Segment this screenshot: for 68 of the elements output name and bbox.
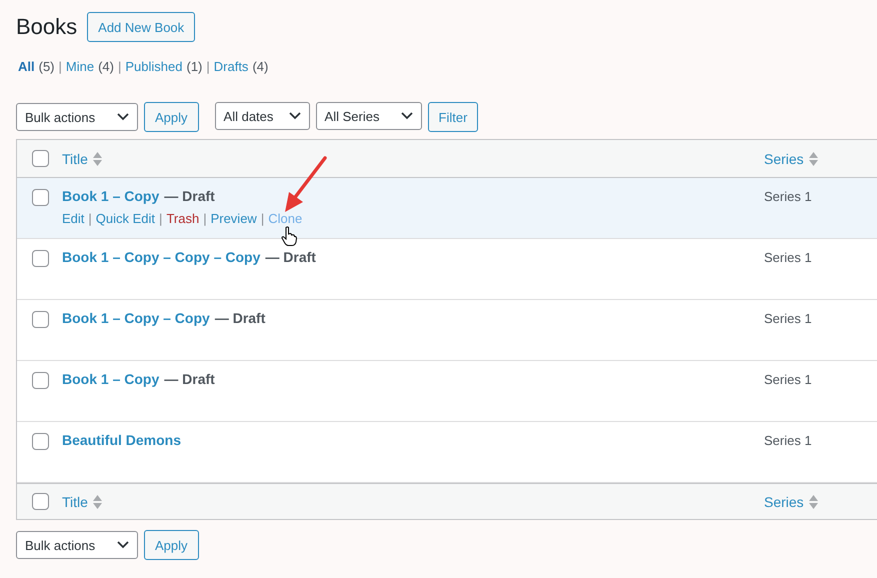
row-action-link[interactable]: Preview xyxy=(210,211,257,226)
table-cell: Series 1 xyxy=(764,372,812,387)
column-header[interactable]: Series xyxy=(764,150,804,166)
row-action-link[interactable]: Trash xyxy=(166,211,200,226)
page-title: Books xyxy=(16,14,78,40)
post-state: — Draft xyxy=(214,310,266,326)
sort-icon xyxy=(808,152,818,166)
sort-icon xyxy=(92,494,102,508)
row-action-link[interactable]: Quick Edit xyxy=(96,211,156,226)
filter-count: (5) xyxy=(38,59,55,74)
checkbox[interactable] xyxy=(32,433,49,450)
filter-count: (4) xyxy=(252,59,268,74)
filter-link[interactable]: Drafts xyxy=(214,59,248,74)
separator: | xyxy=(88,211,92,226)
dropdown-value: Bulk actions xyxy=(25,538,96,552)
separator: | xyxy=(260,211,264,226)
checkbox[interactable] xyxy=(32,311,49,328)
separator: | xyxy=(159,211,162,226)
book-title-link[interactable]: Book 1 – Copy – Copy – Copy xyxy=(62,249,260,265)
post-state: — Draft xyxy=(164,188,215,204)
post-state: — Draft xyxy=(265,249,316,265)
checkbox[interactable] xyxy=(32,189,49,206)
separator: | xyxy=(206,59,210,74)
chevron-down-icon xyxy=(117,541,129,549)
separator: | xyxy=(203,211,207,226)
post-state: — Draft xyxy=(164,371,215,387)
column-header[interactable]: Title xyxy=(62,150,88,166)
apply-button[interactable]: Apply xyxy=(144,530,199,560)
dropdown[interactable]: All dates xyxy=(214,102,310,130)
table-cell: Series 1 xyxy=(764,189,812,204)
book-title-link[interactable]: Book 1 – Copy xyxy=(62,371,160,387)
filter-link[interactable]: Published xyxy=(125,59,182,74)
apply-button[interactable]: Apply xyxy=(144,102,199,132)
separator: | xyxy=(58,59,62,74)
filter-count: (1) xyxy=(186,59,202,74)
checkbox[interactable] xyxy=(32,150,49,167)
dropdown-value: Bulk actions xyxy=(25,110,96,124)
dropdown[interactable]: Bulk actions xyxy=(16,531,138,559)
filter-count: (4) xyxy=(98,59,114,74)
column-header[interactable]: Series xyxy=(764,494,804,510)
checkbox[interactable] xyxy=(32,250,49,267)
sort-icon xyxy=(92,152,102,166)
checkbox[interactable] xyxy=(32,493,49,510)
table-cell: Series 1 xyxy=(764,433,812,448)
book-title-link[interactable]: Book 1 – Copy xyxy=(62,188,160,204)
add-new-button[interactable]: Add New Book xyxy=(87,12,196,42)
row-action-link[interactable]: Edit xyxy=(62,211,84,226)
checkbox[interactable] xyxy=(32,372,49,389)
dropdown-value: All dates xyxy=(224,108,274,124)
table-cell: Series 1 xyxy=(764,311,812,326)
chevron-down-icon xyxy=(400,112,413,120)
chevron-down-icon xyxy=(117,113,129,121)
filter-button[interactable]: Filter xyxy=(428,102,478,132)
dropdown[interactable]: Bulk actions xyxy=(16,103,138,131)
filter-link[interactable]: All xyxy=(18,59,35,74)
row-action-link[interactable]: Clone xyxy=(268,211,302,226)
hand-cursor-icon xyxy=(281,226,297,247)
arrow-annotation-drawing xyxy=(283,156,329,214)
book-title-link[interactable]: Book 1 – Copy – Copy xyxy=(62,310,210,326)
column-header[interactable]: Title xyxy=(62,494,88,510)
dropdown-value: All Series xyxy=(324,108,380,124)
sort-icon xyxy=(808,494,818,508)
table-cell: Series 1 xyxy=(764,250,812,265)
book-title-link[interactable]: Beautiful Demons xyxy=(62,432,182,448)
dropdown[interactable]: All Series xyxy=(316,102,422,130)
filter-link[interactable]: Mine xyxy=(66,59,94,74)
chevron-down-icon xyxy=(288,112,301,120)
separator: | xyxy=(118,59,122,74)
